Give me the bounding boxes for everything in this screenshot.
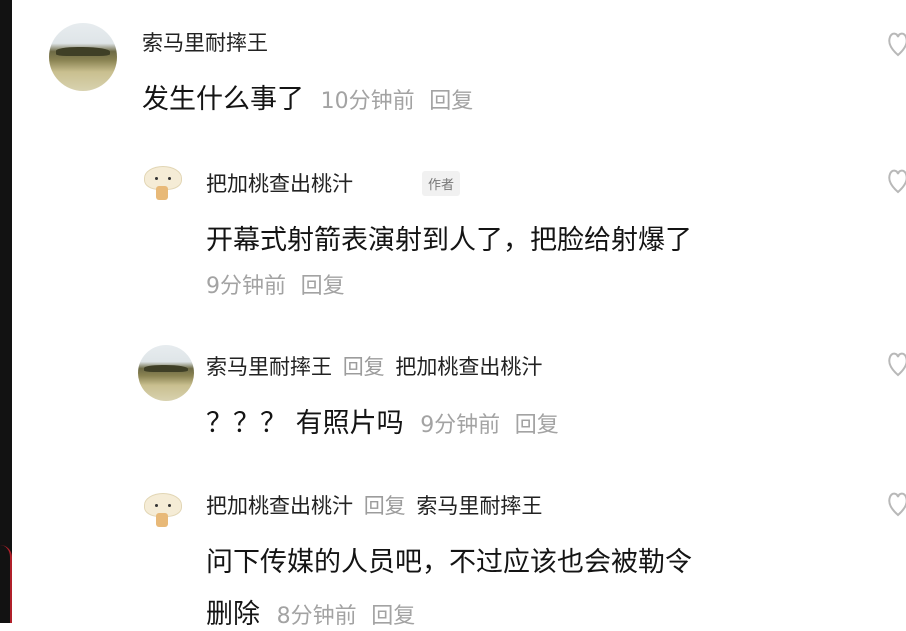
timestamp: 9分钟前 <box>420 413 501 438</box>
avatar-eye <box>168 177 171 180</box>
comment-text-row: 发生什么事了 10分钟前 回复 <box>142 77 473 116</box>
reply-to-username[interactable]: 把加桃查出桃汁 <box>395 355 542 379</box>
reply-button[interactable]: 回复 <box>301 274 345 299</box>
heart-outline-icon[interactable] <box>886 348 906 378</box>
avatar[interactable] <box>140 160 184 208</box>
avatar-body <box>156 186 168 200</box>
avatar[interactable] <box>49 23 117 91</box>
heart-outline-icon[interactable] <box>886 165 906 195</box>
comment-text: 发生什么事了 <box>142 84 304 115</box>
avatar-tree <box>55 46 111 57</box>
avatar-eye <box>168 504 171 507</box>
reply-to-label: 回复 <box>363 494 406 518</box>
username[interactable]: 索马里耐摔王 <box>206 355 332 379</box>
avatar-body <box>156 513 168 527</box>
comment-text-line2: 删除 <box>206 599 260 630</box>
reply-button[interactable]: 回复 <box>429 89 473 114</box>
timestamp: 9分钟前 <box>206 274 286 299</box>
username[interactable]: 索马里耐摔王 <box>142 27 268 57</box>
comment-text: 开幕式射箭表演射到人了，把脸给射爆了 <box>206 225 692 256</box>
reply-button[interactable]: 回复 <box>515 413 559 438</box>
avatar-eye <box>155 177 158 180</box>
left-edge-strip <box>0 0 12 623</box>
username[interactable]: 把加桃查出桃汁 <box>206 494 353 518</box>
comment-text-row: ？？？ 有照片吗 9分钟前 回复 <box>206 401 559 440</box>
avatar[interactable] <box>140 487 184 535</box>
username[interactable]: 把加桃查出桃汁 <box>206 168 353 198</box>
edge-curve <box>0 545 12 623</box>
avatar[interactable] <box>138 345 194 401</box>
comment-text: 问下传媒的人员吧，不过应该也会被勒令 <box>206 547 692 578</box>
meta-row: 9分钟前 回复 <box>206 268 345 300</box>
author-badge: 作者 <box>422 171 461 196</box>
comment-text: ？？？ 有照片吗 <box>206 408 404 439</box>
reply-to-username[interactable]: 索马里耐摔王 <box>416 494 542 518</box>
timestamp: 8分钟前 <box>276 604 357 629</box>
timestamp: 10分钟前 <box>320 89 415 114</box>
heart-outline-icon[interactable] <box>886 488 906 518</box>
reply-header: 把加桃查出桃汁 回复 索马里耐摔王 <box>206 490 542 520</box>
heart-outline-icon[interactable] <box>886 28 906 58</box>
reply-header: 索马里耐摔王 回复 把加桃查出桃汁 <box>206 351 542 381</box>
comment-text-row: 删除 8分钟前 回复 <box>206 592 415 631</box>
reply-to-label: 回复 <box>342 355 385 379</box>
avatar-eye <box>155 504 158 507</box>
reply-button[interactable]: 回复 <box>371 604 415 629</box>
avatar-tree <box>143 364 189 373</box>
